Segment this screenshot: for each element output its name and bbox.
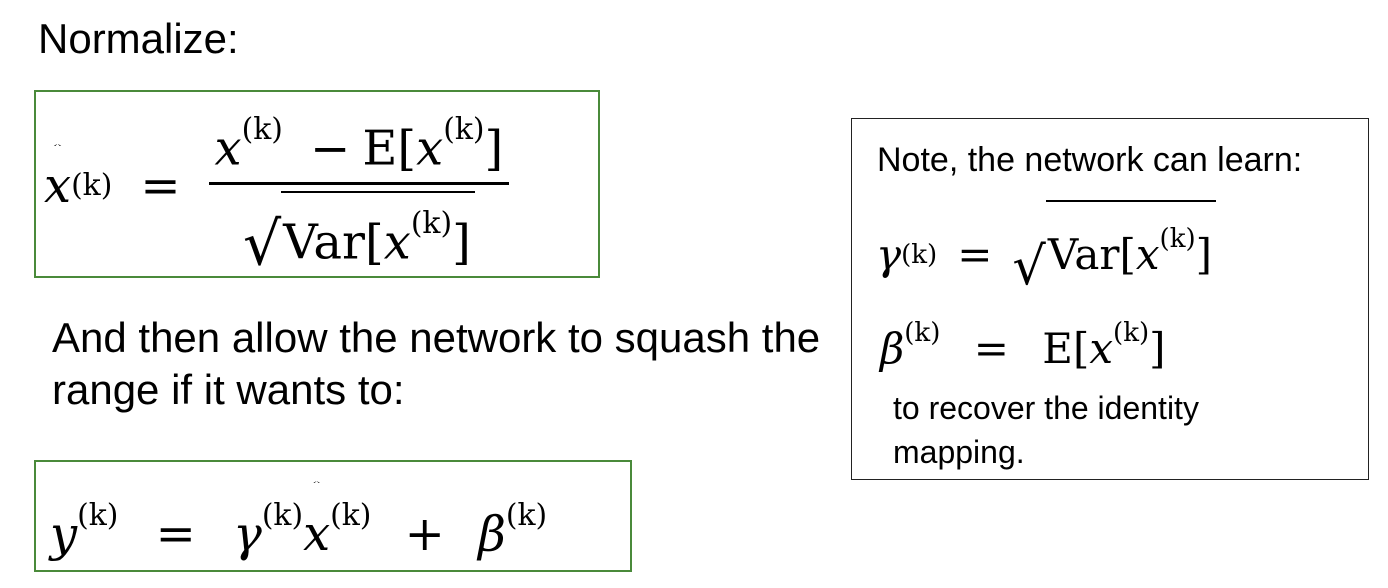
left-bracket: [ (365, 213, 384, 270)
numerator: x(k) − E[x(k)] (209, 101, 510, 181)
x-symbol: x (383, 213, 411, 270)
squash-paragraph: And then allow the network to squash the… (52, 314, 821, 413)
right-bracket: ] (1149, 324, 1166, 374)
heading-normalize: Normalize: (38, 15, 239, 62)
expectation-operator: E (362, 120, 398, 177)
scale-shift-equation: y(k) = γ(k)x(k) + β(k) (50, 476, 547, 574)
x-symbol: x (1135, 230, 1160, 280)
superscript-k: (k) (904, 318, 941, 348)
superscript-k: (k) (443, 112, 485, 148)
variance-operator: Var (283, 213, 365, 270)
superscript-k: (k) (77, 498, 119, 533)
equals-sign: = (155, 506, 196, 563)
x-hat: x (303, 494, 330, 574)
x-hat: x (44, 158, 72, 214)
superscript-k: (k) (410, 205, 453, 241)
x-symbol: x (1089, 324, 1114, 374)
equals-sign: = (957, 230, 993, 280)
expectation-operator: E (1042, 324, 1073, 374)
fraction: x(k) − E[x(k)] √ Var[x(k)] (208, 101, 510, 280)
x-symbol: x (214, 120, 242, 177)
note-title: Note, the network can learn: (877, 141, 1303, 179)
variance-operator: Var (1047, 230, 1120, 280)
superscript-k: (k) (261, 498, 304, 533)
superscript-k: (k) (71, 168, 113, 203)
superscript-k: (k) (901, 240, 938, 271)
gamma-equation: γ (k) = √ Var[x(k)] (876, 200, 1217, 292)
sqrt-icon: √ (242, 209, 282, 280)
denominator: √ Var[x(k)] (242, 185, 475, 280)
left-bracket: [ (1072, 324, 1090, 374)
gamma-symbol: γ (233, 506, 262, 563)
equals-sign: = (973, 324, 1009, 374)
superscript-k: (k) (241, 112, 283, 148)
equals-sign: = (140, 158, 181, 214)
x-symbol: x (416, 120, 444, 177)
beta-symbol: β (478, 506, 506, 563)
radicand: Var[x(k)] (281, 190, 475, 271)
left-bracket: [ (397, 120, 417, 177)
left-bracket: [ (1119, 230, 1136, 280)
superscript-k: (k) (1113, 318, 1150, 348)
sqrt-icon: √ (1012, 235, 1046, 297)
gamma-symbol: γ (876, 230, 902, 280)
right-bracket: ] (452, 213, 471, 270)
minus-sign: − (310, 120, 351, 177)
normalize-equation: x (k) = x(k) − E[x(k)] √ Var[x(k)] (44, 106, 510, 274)
y-symbol: y (50, 506, 78, 563)
sqrt-expression: √ Var[x(k)] (1012, 200, 1217, 292)
superscript-k: (k) (1159, 224, 1196, 254)
beta-symbol: β (880, 324, 905, 374)
radicand: Var[x(k)] (1045, 200, 1217, 290)
superscript-k: (k) (330, 498, 372, 533)
beta-equation: β(k) = E[x(k)] (880, 298, 1166, 384)
plus-sign: + (404, 506, 445, 563)
note-footer: to recover the identity mapping. (893, 390, 1199, 470)
superscript-k: (k) (505, 498, 548, 533)
right-bracket: ] (1195, 230, 1213, 280)
right-bracket: ] (484, 120, 504, 177)
